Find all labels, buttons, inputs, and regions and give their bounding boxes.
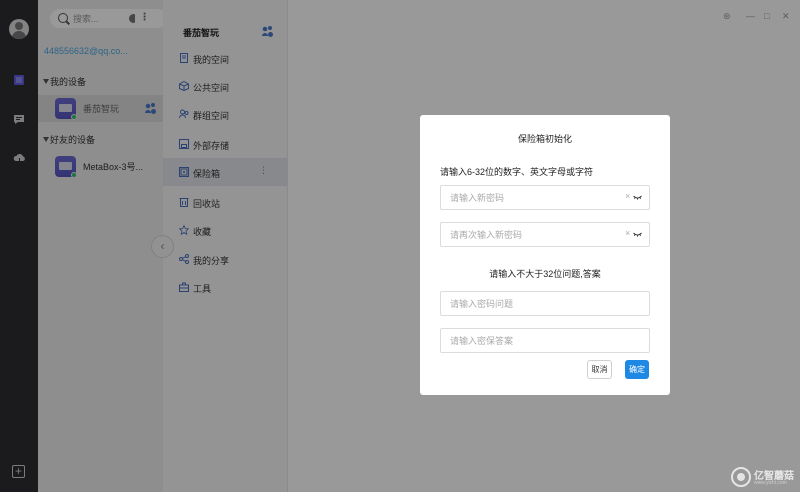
watermark-icon (731, 467, 751, 487)
safe-init-dialog: 保险箱初始化 请输入6-32位的数字、英文字母或字符 × × 请输入不大于32位… (420, 115, 670, 395)
cancel-button[interactable]: 取消 (587, 360, 612, 379)
password-hint: 请输入6-32位的数字、英文字母或字符 (440, 167, 594, 177)
question-hint: 请输入不大于32位问题,答案 (489, 269, 601, 279)
security-question-input[interactable] (450, 296, 620, 312)
clear-icon[interactable]: × (625, 191, 630, 201)
security-answer-input[interactable] (450, 333, 620, 349)
dialog-title: 保险箱初始化 (517, 134, 572, 144)
confirm-password-input[interactable] (450, 227, 620, 243)
eye-closed-icon[interactable] (633, 195, 642, 200)
new-password-input[interactable] (450, 190, 620, 206)
security-question-field[interactable] (440, 291, 650, 316)
confirm-button[interactable]: 确定 (625, 360, 649, 379)
eye-closed-icon[interactable] (633, 232, 642, 237)
new-password-field[interactable]: × (440, 185, 650, 210)
security-answer-field[interactable] (440, 328, 650, 353)
clear-icon[interactable]: × (625, 228, 630, 238)
modal-overlay (0, 0, 800, 492)
watermark-subtext: www.yizhi.com (754, 480, 787, 486)
confirm-password-field[interactable]: × (440, 222, 650, 247)
watermark-logo: 亿智蘑菇 www.yizhi.com (731, 465, 797, 489)
